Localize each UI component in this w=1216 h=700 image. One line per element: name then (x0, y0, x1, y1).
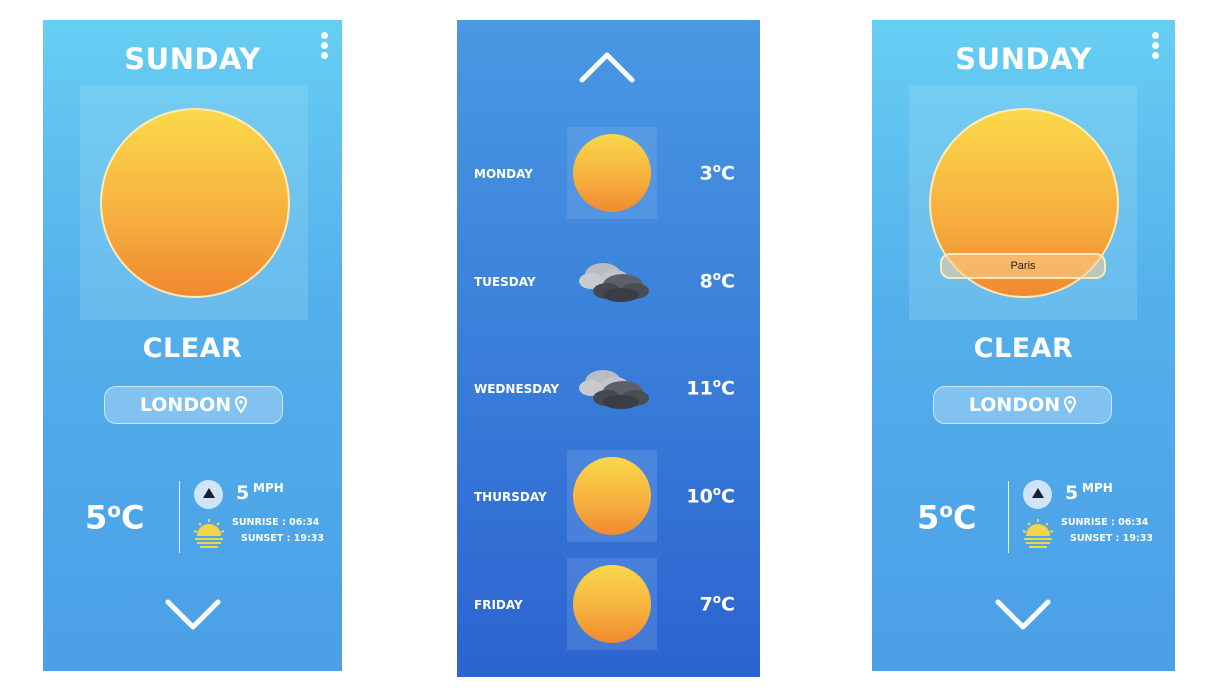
current-weather-search-screen: SUNDAY CLEAR LONDON 5oC 5 MPH SUNRISE : … (872, 20, 1175, 671)
sun-icon (573, 457, 651, 535)
forecast-row: FRIDAY 7oC (457, 558, 760, 650)
chevron-down-icon[interactable] (165, 598, 221, 636)
day-title: SUNDAY (955, 42, 1092, 76)
cloud-icon (577, 364, 653, 414)
current-weather-screen: SUNDAY CLEAR LONDON 5oC 5 MPH SUNRISE : … (43, 20, 342, 671)
sunset-time: SUNSET : 19:33 (1070, 533, 1153, 544)
sun-icon (100, 108, 290, 298)
sun-icon (573, 134, 651, 212)
chevron-up-icon[interactable] (578, 50, 636, 88)
forecast-day: FRIDAY (474, 598, 523, 612)
forecast-row: TUESDAY 8oC (457, 235, 760, 327)
sunrise-time: SUNRISE : 06:34 (232, 517, 320, 528)
forecast-day: TUESDAY (474, 275, 536, 289)
wind-direction-icon (1023, 480, 1052, 509)
forecast-temp: 8oC (699, 269, 735, 293)
location-pin-icon (235, 396, 248, 414)
forecast-temp: 3oC (699, 161, 735, 185)
forecast-temp: 7oC (699, 592, 735, 616)
cloud-icon (577, 257, 653, 307)
forecast-row: WEDNESDAY 11oC (457, 342, 760, 434)
more-menu-icon[interactable] (1151, 32, 1159, 62)
temperature: 5oC (85, 498, 145, 537)
sunrise-sunset-icon (1021, 518, 1055, 554)
forecast-temp: 11oC (686, 376, 735, 400)
location-label: LONDON (968, 394, 1061, 416)
divider (179, 481, 180, 553)
forecast-screen: MONDAY 3oC TUESDAY 8oC WEDNESDAY 11oC TH… (457, 20, 760, 677)
sun-icon (573, 565, 651, 643)
forecast-row: THURSDAY 10oC (457, 450, 760, 542)
forecast-temp: 10oC (686, 484, 735, 508)
wind-speed: 5 (1065, 482, 1079, 504)
forecast-row: MONDAY 3oC (457, 127, 760, 219)
sunrise-time: SUNRISE : 06:34 (1061, 517, 1149, 528)
wind-unit: MPH (1082, 481, 1113, 495)
condition-label: CLEAR (142, 333, 243, 364)
wind-direction-icon (194, 480, 223, 509)
wind-unit: MPH (253, 481, 284, 495)
chevron-down-icon[interactable] (995, 598, 1051, 636)
forecast-day: THURSDAY (474, 490, 547, 504)
city-search-input[interactable] (940, 253, 1106, 279)
day-title: SUNDAY (124, 42, 261, 76)
more-menu-icon[interactable] (320, 32, 328, 62)
location-button[interactable]: LONDON (933, 386, 1112, 424)
forecast-day: WEDNESDAY (474, 382, 560, 396)
sunset-time: SUNSET : 19:33 (241, 533, 324, 544)
temperature: 5oC (917, 498, 977, 537)
condition-label: CLEAR (973, 333, 1074, 364)
divider (1008, 481, 1009, 553)
sunrise-sunset-icon (192, 518, 226, 554)
wind-speed: 5 (236, 482, 250, 504)
location-button[interactable]: LONDON (104, 386, 283, 424)
forecast-day: MONDAY (474, 167, 533, 181)
location-label: LONDON (139, 394, 232, 416)
location-pin-icon (1064, 396, 1077, 414)
